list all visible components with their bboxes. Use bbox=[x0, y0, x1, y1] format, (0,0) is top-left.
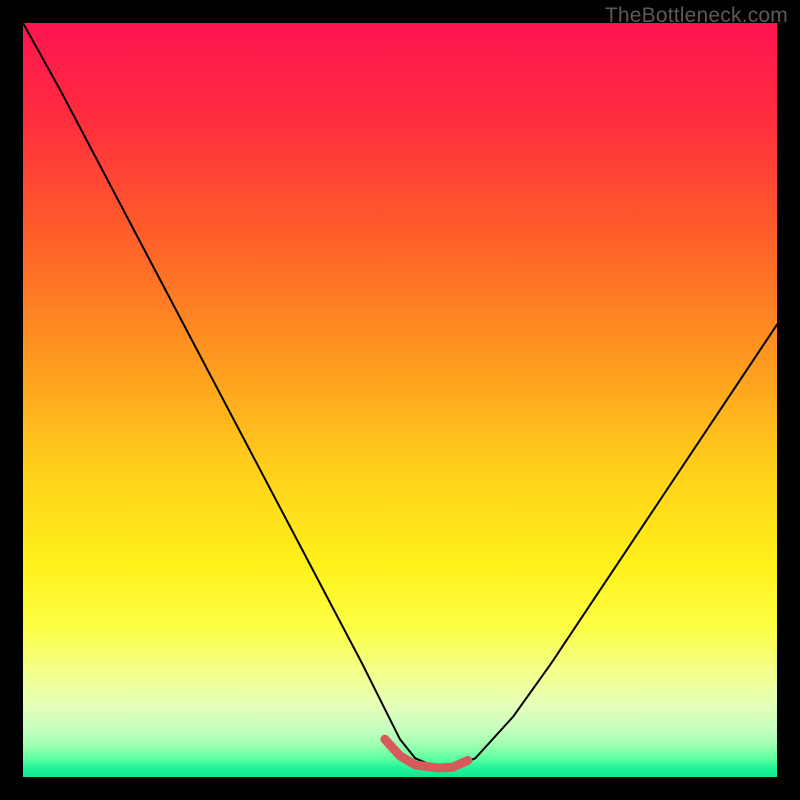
bottleneck-curve bbox=[23, 23, 777, 768]
plot-area bbox=[23, 23, 777, 777]
curve-layer bbox=[23, 23, 777, 777]
accent-segment bbox=[385, 739, 468, 768]
watermark-text: TheBottleneck.com bbox=[605, 4, 788, 28]
chart-frame: TheBottleneck.com bbox=[0, 0, 800, 800]
